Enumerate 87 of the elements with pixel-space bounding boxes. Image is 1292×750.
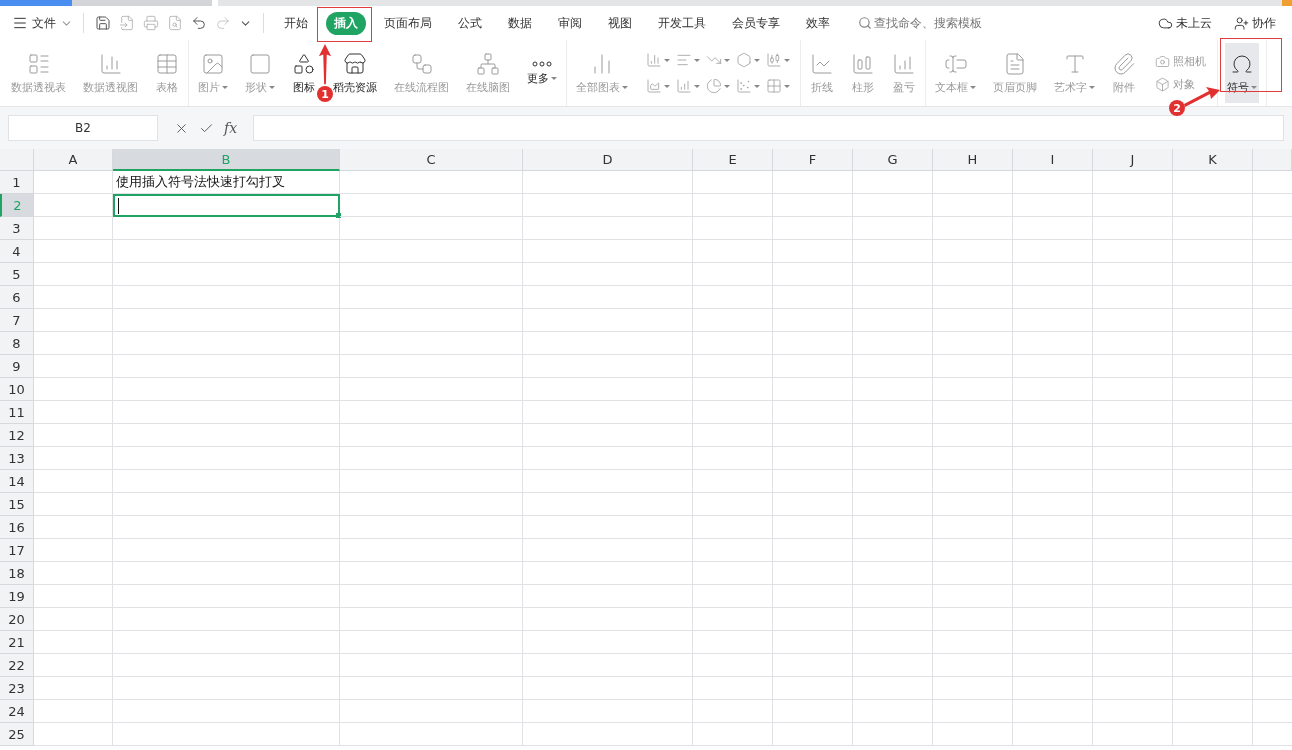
file-menu-button[interactable]: 文件	[10, 14, 75, 32]
name-box[interactable]: B2	[8, 115, 158, 141]
more-icon	[532, 60, 552, 67]
row-header[interactable]: 6	[0, 286, 34, 309]
cube-icon	[1155, 77, 1170, 92]
image-icon	[201, 51, 225, 76]
pie-chart-icon	[706, 78, 722, 94]
row-header[interactable]: 4	[0, 240, 34, 263]
step-badge: 1	[317, 86, 333, 102]
menu-tab[interactable]: 页面布局	[376, 11, 440, 35]
row-header[interactable]: 24	[0, 700, 34, 723]
column-header[interactable]: I	[1013, 149, 1093, 171]
row-header[interactable]: 16	[0, 516, 34, 539]
row-header[interactable]: 23	[0, 677, 34, 700]
table-icon	[155, 51, 179, 76]
select-all-corner[interactable]	[0, 149, 34, 171]
column-chart-icon	[646, 52, 662, 68]
radar-chart-icon	[736, 52, 752, 68]
column-header[interactable]: A	[34, 149, 113, 171]
column-header[interactable]	[1253, 149, 1292, 171]
bar-chart-icon	[676, 52, 692, 68]
row-header[interactable]: 1	[0, 171, 34, 194]
menu-tab[interactable]: 会员专享	[724, 11, 788, 35]
combo-chart-icon	[676, 78, 692, 94]
pivot-table-icon	[26, 51, 51, 76]
row-header[interactable]: 19	[0, 585, 34, 608]
ribbon-button[interactable]: 更多	[525, 43, 559, 103]
menu-tab[interactable]: 公式	[450, 11, 490, 35]
camera-icon	[1155, 54, 1170, 69]
search-icon	[858, 16, 872, 30]
row-header[interactable]: 15	[0, 493, 34, 516]
column-header[interactable]: H	[933, 149, 1013, 171]
row-header[interactable]: 18	[0, 562, 34, 585]
menu-tab[interactable]: 开始	[276, 11, 316, 35]
row-header[interactable]: 5	[0, 263, 34, 286]
cloud-status-button[interactable]: 未上云	[1152, 13, 1218, 33]
row-header[interactable]: 12	[0, 424, 34, 447]
formula-input-field[interactable]	[253, 115, 1284, 141]
column-header[interactable]: D	[523, 149, 693, 171]
column-header[interactable]: J	[1093, 149, 1173, 171]
highlight-frame	[317, 7, 372, 42]
mind-map-icon	[476, 51, 500, 76]
row-header[interactable]: 9	[0, 355, 34, 378]
active-cell[interactable]	[113, 194, 340, 217]
scatter-chart-icon	[736, 78, 752, 94]
row-header[interactable]: 25	[0, 723, 34, 746]
step-badge: 2	[1169, 100, 1185, 116]
store-icon	[343, 51, 367, 76]
shapes-icon	[292, 51, 316, 76]
row-header[interactable]: 10	[0, 378, 34, 401]
paperclip-icon	[1112, 51, 1136, 76]
collaborate-button[interactable]: 协作	[1228, 13, 1282, 33]
row-header[interactable]: 20	[0, 608, 34, 631]
column-header[interactable]: E	[693, 149, 773, 171]
row-header[interactable]: 8	[0, 332, 34, 355]
document-icon	[1003, 51, 1027, 76]
menu-tab[interactable]: 视图	[600, 11, 640, 35]
row-header[interactable]: 14	[0, 470, 34, 493]
menu-tab[interactable]: 审阅	[550, 11, 590, 35]
column-header[interactable]: G	[853, 149, 933, 171]
flowchart-icon	[409, 51, 434, 76]
function-button[interactable]: fx	[224, 120, 238, 136]
row-header[interactable]: 21	[0, 631, 34, 654]
row-header[interactable]: 22	[0, 654, 34, 677]
column-header[interactable]: F	[773, 149, 853, 171]
ribbon-button[interactable]: 图标	[290, 43, 318, 103]
row-header[interactable]: 7	[0, 309, 34, 332]
cloud-icon	[1158, 15, 1173, 31]
menu-tab[interactable]: 效率	[798, 11, 838, 35]
stock-chart-icon	[766, 52, 782, 68]
user-plus-icon	[1234, 15, 1249, 31]
row-header[interactable]: 17	[0, 539, 34, 562]
menu-tab[interactable]: 数据	[500, 11, 540, 35]
square-icon	[248, 51, 272, 76]
search-field[interactable]: 查找命令、搜索模板	[874, 14, 982, 32]
menu-tab[interactable]: 开发工具	[650, 11, 714, 35]
grid-chart-icon	[766, 78, 782, 94]
row-header[interactable]: 3	[0, 217, 34, 240]
menu-icon	[12, 15, 28, 31]
highlight-frame	[1220, 38, 1282, 92]
column-header[interactable]: C	[340, 149, 523, 171]
ribbon-button[interactable]: 稻壳资源	[331, 43, 379, 103]
row-header[interactable]: 11	[0, 401, 34, 424]
arrow-icon	[318, 42, 332, 86]
column-header[interactable]: K	[1173, 149, 1253, 171]
row-header[interactable]: 13	[0, 447, 34, 470]
area-chart-icon	[646, 78, 662, 94]
